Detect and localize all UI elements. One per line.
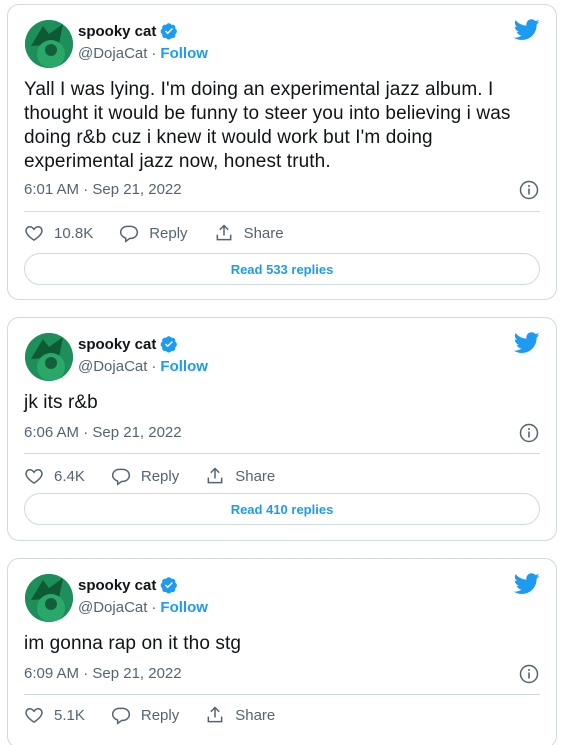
twitter-bird-icon[interactable] <box>514 573 540 595</box>
share-label: Share <box>235 467 276 485</box>
display-name[interactable]: spooky cat <box>78 577 156 594</box>
divider <box>24 453 540 454</box>
speech-bubble-icon <box>120 225 139 243</box>
info-icon[interactable] <box>519 180 539 200</box>
like-button[interactable]: 5.1K <box>24 705 85 725</box>
tweet-card[interactable]: spooky cat @DojaCat · Follow jk its r&b … <box>7 317 557 541</box>
read-replies-button[interactable]: Read 533 replies <box>24 253 540 285</box>
action-bar: 5.1K Reply Share <box>24 703 275 727</box>
display-name[interactable]: spooky cat <box>78 336 156 353</box>
embedded-tweets-feed: spooky cat @DojaCat · Follow Yall I was … <box>0 0 562 745</box>
verified-badge-icon <box>161 577 178 594</box>
heart-icon <box>25 468 43 484</box>
tweet-text: im gonna rap on it tho stg <box>24 633 242 654</box>
handle[interactable]: @DojaCat <box>78 599 147 616</box>
avatar[interactable] <box>25 333 73 381</box>
divider <box>24 211 540 212</box>
info-icon[interactable] <box>519 664 539 684</box>
like-button[interactable]: 6.4K <box>24 466 85 486</box>
twitter-bird-icon[interactable] <box>514 19 540 41</box>
author-name-row: spooky cat <box>78 21 178 41</box>
action-bar: 10.8K Reply Share <box>24 221 284 245</box>
separator: · <box>151 598 157 616</box>
reply-button[interactable]: Reply <box>111 466 179 486</box>
twitter-bird-icon[interactable] <box>514 332 540 354</box>
tweet-text: jk its r&b <box>24 392 98 413</box>
follow-link[interactable]: Follow <box>160 358 208 375</box>
like-count: 10.8K <box>54 224 94 242</box>
like-count: 5.1K <box>54 706 85 724</box>
reply-label: Reply <box>140 467 180 485</box>
share-upload-icon <box>207 706 223 723</box>
share-button[interactable]: Share <box>205 466 275 486</box>
reply-label: Reply <box>140 706 180 724</box>
speech-bubble-icon <box>111 468 130 486</box>
handle-row: @DojaCat · Follow <box>78 597 208 617</box>
heart-icon <box>25 707 43 723</box>
speech-bubble-icon <box>111 707 130 725</box>
author-name-row: spooky cat <box>78 575 178 595</box>
action-bar: 6.4K Reply Share <box>24 464 275 488</box>
handle-row: @DojaCat · Follow <box>78 356 208 376</box>
tweet-card[interactable]: spooky cat @DojaCat · Follow Yall I was … <box>7 4 557 300</box>
avatar[interactable] <box>25 574 73 622</box>
handle[interactable]: @DojaCat <box>78 45 147 62</box>
info-icon[interactable] <box>519 423 539 443</box>
display-name[interactable]: spooky cat <box>78 23 156 40</box>
tweet-timestamp[interactable]: 6:01 AM · Sep 21, 2022 <box>24 180 182 200</box>
tweet-card[interactable]: spooky cat @DojaCat · Follow im gonna ra… <box>7 558 557 745</box>
tweet-timestamp[interactable]: 6:09 AM · Sep 21, 2022 <box>24 664 182 684</box>
heart-icon <box>25 225 43 241</box>
like-count: 6.4K <box>54 467 85 485</box>
tweet-timestamp[interactable]: 6:06 AM · Sep 21, 2022 <box>24 423 182 443</box>
share-upload-icon <box>216 224 231 241</box>
reply-label: Reply <box>149 224 188 242</box>
share-button[interactable]: Share <box>214 223 284 243</box>
follow-link[interactable]: Follow <box>160 599 208 616</box>
share-button[interactable]: Share <box>205 705 275 725</box>
reply-button[interactable]: Reply <box>111 705 179 725</box>
share-label: Share <box>235 706 276 724</box>
handle-row: @DojaCat · Follow <box>78 43 208 63</box>
share-upload-icon <box>207 467 223 484</box>
verified-badge-icon <box>161 336 178 353</box>
verified-badge-icon <box>161 23 178 40</box>
separator: · <box>151 357 157 375</box>
follow-link[interactable]: Follow <box>160 45 208 62</box>
author-name-row: spooky cat <box>78 334 178 354</box>
separator: · <box>151 44 157 62</box>
share-label: Share <box>243 224 284 242</box>
tweet-text: Yall I was lying. I'm doing an experimen… <box>24 79 511 172</box>
handle[interactable]: @DojaCat <box>78 358 147 375</box>
reply-button[interactable]: Reply <box>119 223 188 243</box>
divider <box>24 694 540 695</box>
read-replies-button[interactable]: Read 410 replies <box>24 493 540 525</box>
like-button[interactable]: 10.8K <box>24 223 93 243</box>
avatar[interactable] <box>25 20 73 68</box>
